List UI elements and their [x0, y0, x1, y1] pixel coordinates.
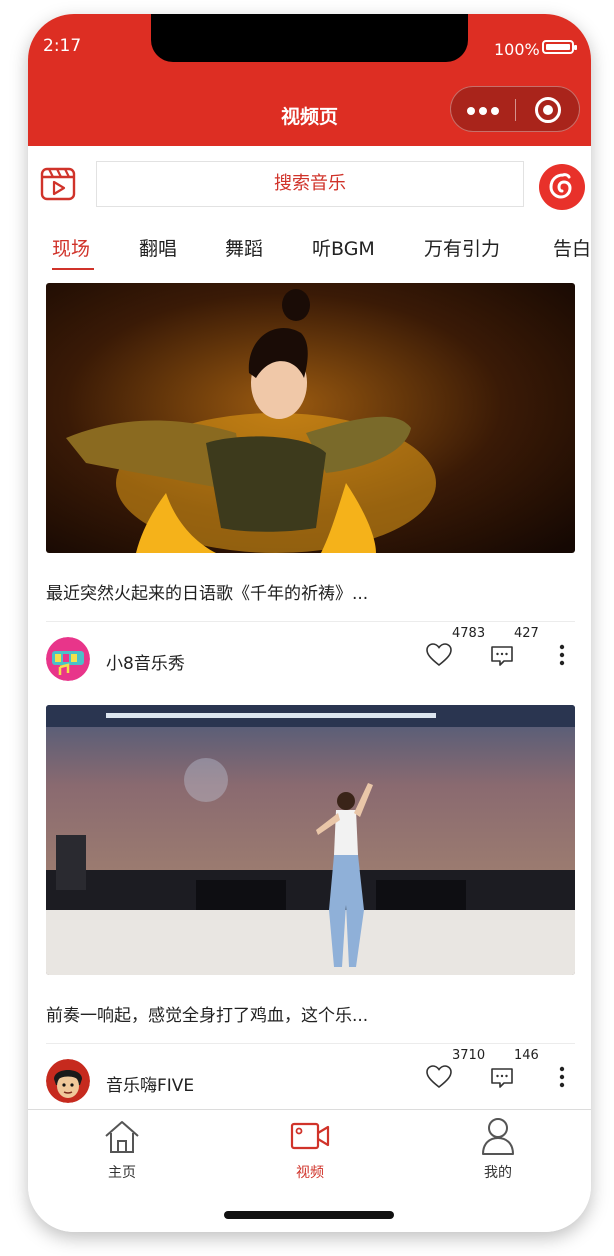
comment-count: 146: [514, 1048, 539, 1063]
author-name[interactable]: 音乐嗨FIVE: [106, 1071, 194, 1096]
tabbar-label: 视频: [296, 1165, 324, 1181]
heart-icon[interactable]: [426, 643, 452, 667]
more-options-icon[interactable]: [558, 644, 566, 666]
video-title[interactable]: 前奏一响起，感觉全身打了鸡血，这个乐...: [46, 1001, 368, 1026]
battery-level: [546, 44, 570, 50]
tabbar-label: 我的: [484, 1165, 512, 1181]
tabbar-item-video[interactable]: 视频: [216, 1110, 404, 1190]
comment-count: 427: [514, 626, 539, 641]
author-name[interactable]: 小8音乐秀: [106, 649, 185, 674]
close-mini-program-icon[interactable]: [535, 97, 561, 123]
avatar[interactable]: [46, 1059, 90, 1103]
video-thumbnail[interactable]: [46, 283, 575, 553]
video-camera-icon: [290, 1122, 330, 1150]
search-row: 搜索音乐: [28, 146, 591, 224]
phone-frame: 2:17 100% 视频页 搜索音乐 现场 翻唱 舞蹈 听BGM 万有引力 告白…: [28, 14, 591, 1232]
music-app-logo-icon[interactable]: [539, 164, 585, 210]
tab-bgm[interactable]: 听BGM: [312, 234, 375, 261]
status-time: 2:17: [43, 36, 82, 56]
tabbar-label: 主页: [108, 1165, 136, 1181]
video-title[interactable]: 最近突然火起来的日语歌《千年的祈祷》...: [46, 579, 368, 604]
tab-cover[interactable]: 翻唱: [139, 234, 177, 261]
like-count: 4783: [452, 626, 486, 641]
divider: [46, 621, 575, 622]
category-tabs: 现场 翻唱 舞蹈 听BGM 万有引力 告白: [28, 224, 591, 284]
home-icon: [105, 1121, 139, 1153]
more-options-icon[interactable]: [558, 1066, 566, 1088]
tab-live[interactable]: 现场: [52, 234, 90, 261]
active-tab-indicator: [52, 268, 94, 270]
comment-icon[interactable]: [490, 645, 514, 667]
tabbar-item-me[interactable]: 我的: [404, 1110, 591, 1190]
more-icon[interactable]: [467, 107, 499, 115]
battery-icon: [542, 40, 577, 54]
comment-icon[interactable]: [490, 1067, 514, 1089]
tab-dance[interactable]: 舞蹈: [225, 234, 263, 261]
battery-percent: 100%: [494, 40, 540, 59]
header: 2:17 100% 视频页: [28, 14, 591, 146]
tab-confession[interactable]: 告白: [553, 234, 591, 261]
person-icon: [482, 1118, 514, 1155]
video-list-icon[interactable]: [40, 166, 76, 202]
mini-program-capsule: [450, 86, 580, 132]
video-thumbnail[interactable]: [46, 705, 575, 975]
tab-gravity[interactable]: 万有引力: [424, 234, 500, 261]
search-input[interactable]: 搜索音乐: [96, 161, 524, 207]
like-count: 3710: [452, 1048, 486, 1063]
notch: [151, 14, 468, 62]
tabbar-item-home[interactable]: 主页: [28, 1110, 216, 1190]
avatar[interactable]: [46, 637, 90, 681]
divider: [46, 1043, 575, 1044]
capsule-divider: [515, 99, 516, 121]
home-indicator: [224, 1211, 394, 1219]
heart-icon[interactable]: [426, 1065, 452, 1089]
